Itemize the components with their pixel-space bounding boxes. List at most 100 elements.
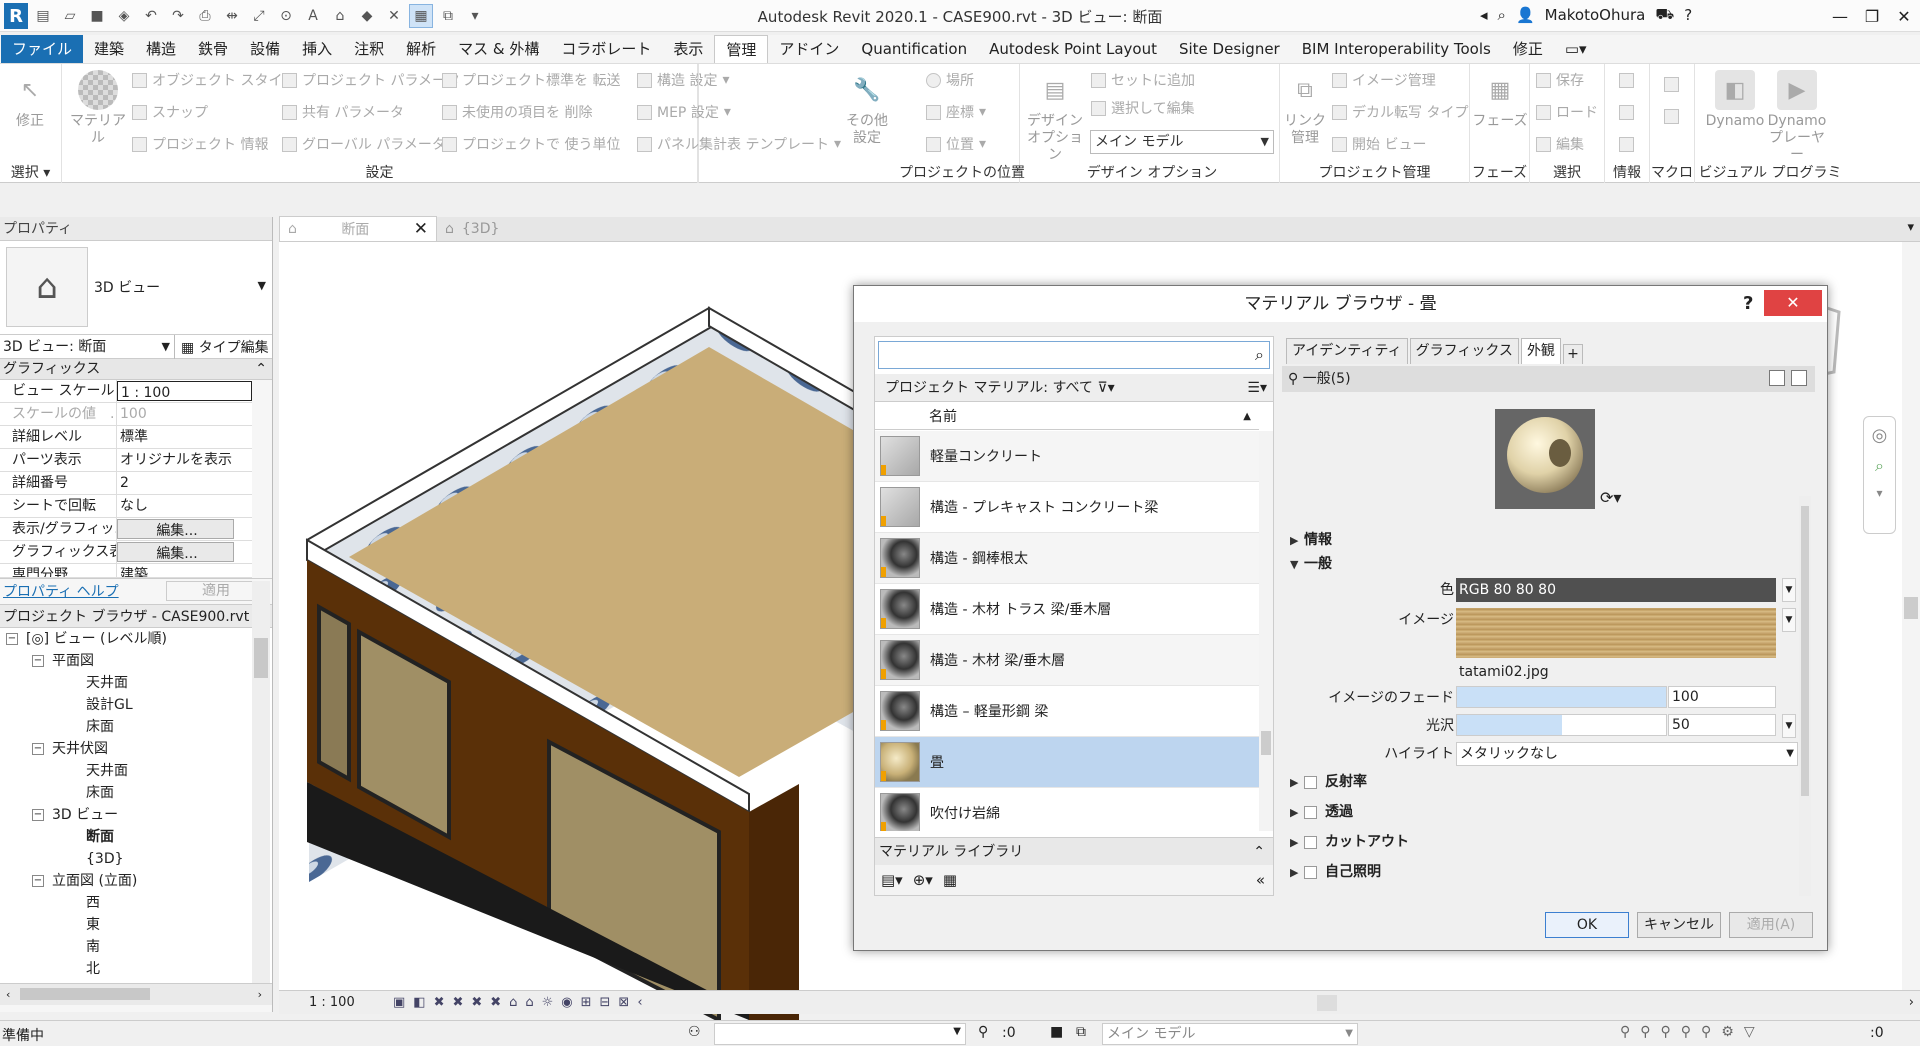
view-instance-select[interactable]: 3D ビュー: 断面 ▼: [0, 334, 175, 359]
other-settings-button[interactable]: 🔧 その他 設定: [840, 70, 894, 147]
section-reflectivity[interactable]: ▶ 反射率: [1282, 770, 1815, 794]
load-selection-button[interactable]: ロード: [1536, 100, 1598, 124]
tag-icon[interactable]: ⊙: [274, 4, 298, 28]
prop-row[interactable]: 詳細レベル 標準: [0, 426, 252, 449]
selection-filter-icons[interactable]: ⚲⚲⚲⚲⚲⚙▽: [1620, 1024, 1765, 1040]
macro-manager-icon[interactable]: [1664, 72, 1679, 96]
editing-requests-icon[interactable]: ⚲: [978, 1024, 988, 1040]
shared-param-button[interactable]: 共有 パラメータ: [282, 100, 404, 124]
prop-row[interactable]: 詳細番号 2: [0, 472, 252, 495]
tab-point-layout[interactable]: Autodesk Point Layout: [978, 35, 1168, 63]
cutout-checkbox[interactable]: [1304, 835, 1317, 849]
dimension-icon[interactable]: ⤢: [247, 4, 271, 28]
material-library-bar[interactable]: マテリアル ライブラリ ⌃: [875, 837, 1273, 865]
macro-security-icon[interactable]: [1664, 104, 1679, 128]
chevron-down-icon[interactable]: ▾: [1864, 486, 1895, 500]
fade-slider[interactable]: [1456, 686, 1667, 708]
print-icon[interactable]: ⎙: [193, 4, 217, 28]
minimize-icon[interactable]: —: [1824, 0, 1856, 32]
undo-icon[interactable]: ↶: [139, 4, 163, 28]
self-illum-checkbox[interactable]: [1304, 865, 1317, 879]
asset-browser-icon[interactable]: ▦: [943, 871, 957, 889]
tree-node[interactable]: 北: [86, 958, 100, 980]
purge-button[interactable]: 未使用の項目を 削除: [442, 100, 592, 124]
add-tab-button[interactable]: +: [1562, 344, 1583, 364]
panel-schedule-button[interactable]: パネル集計表 テンプレート ▾: [637, 132, 841, 156]
tab-massing[interactable]: マス & 外構: [447, 35, 550, 63]
tab-quantification[interactable]: Quantification: [850, 35, 978, 63]
tab-systems[interactable]: 設備: [239, 35, 291, 63]
tree-node[interactable]: − 平面図: [32, 650, 94, 672]
tab-analyze[interactable]: 解析: [395, 35, 447, 63]
material-list-scrollbar[interactable]: [1259, 431, 1273, 831]
object-style-button[interactable]: オブジェクト スタイル: [132, 68, 296, 92]
close-icon[interactable]: ✕: [1888, 0, 1920, 32]
pick-to-edit-button[interactable]: 選択して編集: [1091, 96, 1195, 120]
graphic-display-edit-button[interactable]: 編集...: [117, 542, 234, 562]
starting-view-button[interactable]: 開始 ビュー: [1332, 132, 1426, 156]
search-icon[interactable]: ⌕: [1255, 345, 1264, 365]
section-cutout[interactable]: ▶ カットアウト: [1282, 830, 1815, 854]
type-selector[interactable]: ⌂ 3D ビュー ▼: [0, 241, 272, 335]
tree-node[interactable]: 南: [86, 936, 100, 958]
material-filter-bar[interactable]: プロジェクト マテリアル: すべて ⊽▾ ☰▾: [875, 374, 1273, 402]
gloss-value-input[interactable]: 50: [1668, 714, 1776, 736]
prop-row[interactable]: 専門分野 建築: [0, 564, 252, 578]
measure-icon[interactable]: ⇹: [220, 4, 244, 28]
tab-view-section[interactable]: ⌂ 断面 ✕: [279, 216, 437, 241]
dynamo-button[interactable]: ◧ Dynamo: [1705, 70, 1765, 130]
location-button[interactable]: 場所: [926, 68, 974, 92]
reflectivity-checkbox[interactable]: [1304, 775, 1317, 789]
3d-view-icon[interactable]: ⌂: [328, 4, 352, 28]
dialog-close-button[interactable]: ✕: [1764, 290, 1822, 316]
view-scale-input[interactable]: 1 : 100: [117, 381, 252, 401]
material-button[interactable]: マテリアル: [66, 70, 130, 147]
chevron-down-icon[interactable]: ▼: [1782, 608, 1796, 632]
list-view-icon[interactable]: ☰▾: [1247, 374, 1267, 402]
list-item[interactable]: 構造 - 木材 梁/垂木層: [875, 635, 1259, 686]
tab-bim-interop[interactable]: BIM Interoperability Tools: [1291, 35, 1502, 63]
tree-node[interactable]: −3D ビュー: [32, 804, 118, 826]
structural-settings-button[interactable]: 構造 設定 ▾: [637, 68, 729, 92]
project-info-button[interactable]: プロジェクト 情報: [132, 132, 268, 156]
dynamo-player-button[interactable]: ▶ Dynamo プレーヤー: [1767, 70, 1827, 164]
user-icon[interactable]: 👤: [1516, 6, 1535, 24]
tree-node[interactable]: 床面: [86, 782, 114, 804]
tab-addins[interactable]: アドイン: [768, 35, 850, 63]
decal-types-button[interactable]: デカル転写 タイプ: [1332, 100, 1468, 124]
tree-node[interactable]: 床面: [86, 716, 114, 738]
graphics-group-header[interactable]: グラフィックス ⌃: [0, 359, 272, 380]
ribbon-toggle-icon[interactable]: ▭▾: [1554, 35, 1594, 63]
help-icon[interactable]: ?: [1743, 286, 1753, 322]
image-file-label[interactable]: tatami02.jpg: [1456, 660, 1549, 684]
list-item[interactable]: 軽量コンクリート: [875, 431, 1259, 482]
preview-options-icon[interactable]: ⟳▾: [1600, 488, 1621, 507]
image-thumbnail[interactable]: [1456, 608, 1776, 658]
position-button[interactable]: 位置 ▾: [926, 132, 986, 156]
binoculars-icon[interactable]: ⌕: [1498, 6, 1506, 24]
tab-site-designer[interactable]: Site Designer: [1168, 35, 1291, 63]
home-icon[interactable]: ▤: [31, 4, 55, 28]
view-hscrollbar-thumb[interactable]: [1317, 995, 1337, 1011]
section-self-illum[interactable]: ▶ 自己照明: [1282, 860, 1815, 884]
vg-edit-button[interactable]: 編集...: [117, 519, 234, 539]
tree-node[interactable]: {3D}: [86, 848, 124, 870]
design-option-combo[interactable]: メイン モデル ▼: [1090, 130, 1274, 154]
info-tool-2-icon[interactable]: [1619, 100, 1634, 124]
design-option-status-combo[interactable]: メイン モデル ▼: [1102, 1023, 1358, 1045]
chevron-right-icon[interactable]: ›: [1909, 995, 1914, 1010]
tab-insert[interactable]: 挿入: [291, 35, 343, 63]
new-material-icon[interactable]: ⊕▾: [913, 871, 933, 889]
image-manage-button[interactable]: イメージ管理: [1332, 68, 1436, 92]
thin-lines-icon[interactable]: ✕: [382, 4, 406, 28]
tab-collaborate[interactable]: コラボレート: [550, 35, 662, 63]
design-option-button[interactable]: ▤ デザイン オプション: [1025, 70, 1085, 164]
tree-node[interactable]: 設計GL: [86, 694, 133, 716]
duplicate-asset-icon[interactable]: [1791, 370, 1807, 386]
close-hidden-icon[interactable]: ▦: [409, 4, 433, 28]
link-manage-button[interactable]: ⧉ リンク 管理: [1280, 70, 1330, 147]
mep-settings-button[interactable]: MEP 設定 ▾: [637, 100, 731, 124]
tree-node-active[interactable]: 断面: [86, 826, 114, 848]
user-name[interactable]: MakotoOhura: [1545, 6, 1646, 24]
name-column-header[interactable]: 名前 ▲: [875, 404, 1259, 430]
